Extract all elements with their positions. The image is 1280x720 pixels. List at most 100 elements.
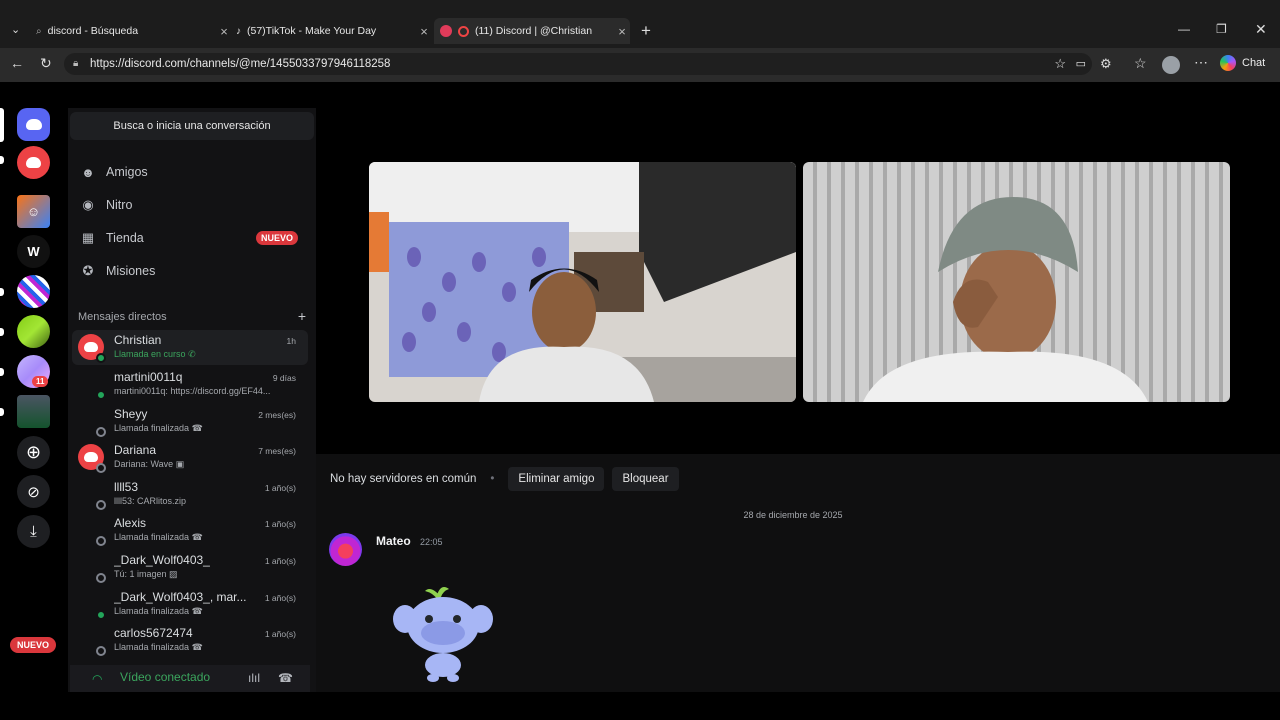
server-photo-icon[interactable] (17, 395, 50, 428)
dm-subtitle: Tú: 1 imagen ▨ (114, 569, 178, 579)
server-rail: ☺ W 11 ⊕ ⊘ ⤓ NUEVO (0, 82, 68, 692)
add-server-icon[interactable]: ⊕ (17, 436, 50, 469)
profile-avatar[interactable] (1162, 56, 1180, 74)
url-field[interactable]: 🔒︎ https://discord.com/channels/@me/1455… (64, 53, 1092, 75)
message-author[interactable]: Mateo (376, 534, 411, 548)
voice-status-label[interactable]: Vídeo conectado (120, 670, 210, 684)
address-bar-row: ← ↻ 🔒︎ https://discord.com/channels/@me/… (0, 48, 1280, 82)
status-online-icon (96, 353, 106, 363)
dm-subtitle: martini0011q: https://discord.gg/EF44... (114, 386, 271, 396)
close-icon[interactable]: × (416, 24, 432, 39)
nav-label: Nitro (106, 198, 133, 212)
dm-time: 1 año(s) (264, 519, 296, 529)
unread-pill (0, 156, 4, 164)
extensions-icon[interactable]: ⚙ (1100, 56, 1112, 72)
server-stripes-icon[interactable] (17, 275, 50, 308)
server-cartoon-icon[interactable]: ☺ (17, 195, 50, 228)
profile-actions: No hay servidores en común • Eliminar am… (316, 454, 1280, 504)
tab-search[interactable]: ⌕ discord - Búsqueda × (36, 18, 232, 44)
dm-item[interactable]: Sheyy Llamada finalizada ☎ 2 mes(es) (72, 404, 308, 439)
new-tab-icon[interactable]: + (641, 21, 651, 41)
shop-new-badge: NUEVO (255, 231, 298, 245)
dm-subtitle: Llamada finalizada ☎ (114, 642, 203, 652)
dm-name: martini0011q (114, 370, 183, 384)
disconnect-icon[interactable]: ☎ (278, 671, 293, 685)
nitro-icon: ◉ (82, 197, 94, 212)
shop-icon: ▦ (81, 230, 95, 245)
close-window-icon[interactable]: ✕ (1255, 21, 1267, 38)
dm-time: 1 año(s) (264, 593, 296, 603)
hangup-icon: ☎ (191, 642, 203, 652)
tab-title: (11) Discord | @Christian (475, 25, 593, 37)
more-icon[interactable]: ⋯ (1194, 54, 1208, 71)
tab-tiktok[interactable]: ♪ (57)TikTok - Make Your Day × (236, 18, 432, 44)
video-icon[interactable]: ▭ (1076, 53, 1086, 75)
favorites-icon[interactable]: ☆ (1134, 55, 1147, 72)
dm-item[interactable]: _Dark_Wolf0403_, mar... Llamada finaliza… (72, 587, 308, 622)
restore-icon[interactable]: ❐ (1216, 22, 1227, 36)
dm-subtitle: llll53: CARlitos.zip (114, 496, 187, 506)
remove-friend-button[interactable]: Eliminar amigo (508, 467, 605, 491)
noise-suppression-icon[interactable]: ılıl (248, 671, 260, 685)
dm-panel: Busca o inicia una conversación ☻ Amigos… (68, 108, 316, 692)
dm-item[interactable]: martini0011q martini0011q: https://disco… (72, 367, 308, 402)
hangup-icon: ☎ (191, 423, 203, 433)
dm-name: carlos5672474 (114, 626, 193, 640)
dm-time: 1 año(s) (264, 483, 296, 493)
minimize-icon[interactable]: — (1178, 22, 1190, 36)
voice-status-bar: ◠ Vídeo conectado ılıl ☎ (70, 665, 310, 692)
reload-icon[interactable]: ↻ (40, 55, 52, 72)
dm-item[interactable]: Alexis Llamada finalizada ☎ 1 año(s) (72, 513, 308, 548)
dm-name: llll53 (114, 480, 139, 494)
back-icon[interactable]: ← (10, 55, 24, 71)
add-dm-icon[interactable]: + (298, 308, 306, 324)
lock-icon: 🔒︎ (73, 58, 79, 69)
server-w[interactable]: W (17, 235, 50, 268)
quests-icon: ✪ (82, 263, 94, 278)
discord-home-icon[interactable] (17, 108, 50, 141)
dm-time: 1 año(s) (264, 629, 296, 639)
nav-label: Misiones (106, 264, 156, 278)
avatar[interactable] (329, 533, 362, 566)
dm-name: Christian (114, 333, 162, 347)
message: Mateo 22:05 (329, 533, 1229, 683)
dm-item[interactable]: Christian Llamada en curso ✆ 1h (72, 330, 308, 365)
nav-nitro[interactable]: ◉ Nitro (78, 190, 306, 220)
new-badge[interactable]: NUEVO (10, 637, 57, 653)
tab-list-icon[interactable]: ⌄ (11, 23, 20, 36)
dm-item[interactable]: _Dark_Wolf0403_ Tú: 1 imagen ▨ 1 año(s) (72, 550, 308, 585)
video-tile-christian[interactable] (803, 162, 1230, 402)
server-bronze-icon[interactable] (17, 315, 50, 348)
download-icon[interactable]: ⤓ (17, 515, 50, 548)
phone-icon: ✆ (188, 349, 196, 359)
dm-name: Sheyy (114, 407, 148, 421)
mutual-servers-label: No hay servidores en común (330, 473, 477, 485)
block-button[interactable]: Bloquear (612, 467, 679, 491)
dm-item[interactable]: Dariana Dariana: Wave ▣ 7 mes(es) (72, 440, 308, 475)
nav-friends[interactable]: ☻ Amigos (78, 157, 306, 187)
dm-notification-icon[interactable] (17, 146, 50, 179)
nav-quests[interactable]: ✪ Misiones (78, 256, 306, 286)
copilot-chat-button[interactable]: Chat (1220, 55, 1265, 71)
dm-time: 9 días (272, 373, 296, 383)
nav-shop[interactable]: ▦ Tienda NUEVO (78, 223, 306, 253)
wumpus-sticker[interactable] (391, 581, 495, 683)
hangup-icon: ☎ (191, 532, 203, 542)
dm-time: 2 mes(es) (258, 410, 296, 420)
unread-pill (0, 368, 4, 376)
dm-item[interactable]: carlos5672474 Llamada finalizada ☎ 1 año… (72, 623, 308, 658)
search-conversation-input[interactable]: Busca o inicia una conversación (70, 112, 314, 140)
status-offline-icon (96, 573, 106, 583)
status-online-icon (96, 610, 106, 620)
dm-name: Dariana (114, 443, 157, 457)
active-pill (0, 108, 4, 142)
signal-icon: ◠ (92, 672, 103, 686)
close-icon[interactable]: × (216, 24, 232, 39)
url-text: https://discord.com/channels/@me/1455033… (90, 58, 391, 70)
favorite-icon[interactable]: ☆ (1054, 53, 1066, 75)
video-tile-self[interactable] (369, 162, 796, 402)
dm-item[interactable]: llll53 llll53: CARlitos.zip 1 año(s) (72, 477, 308, 512)
explore-icon[interactable]: ⊘ (17, 475, 50, 508)
close-icon[interactable]: × (614, 24, 630, 39)
tab-discord[interactable]: (11) Discord | @Christian × (434, 18, 630, 44)
